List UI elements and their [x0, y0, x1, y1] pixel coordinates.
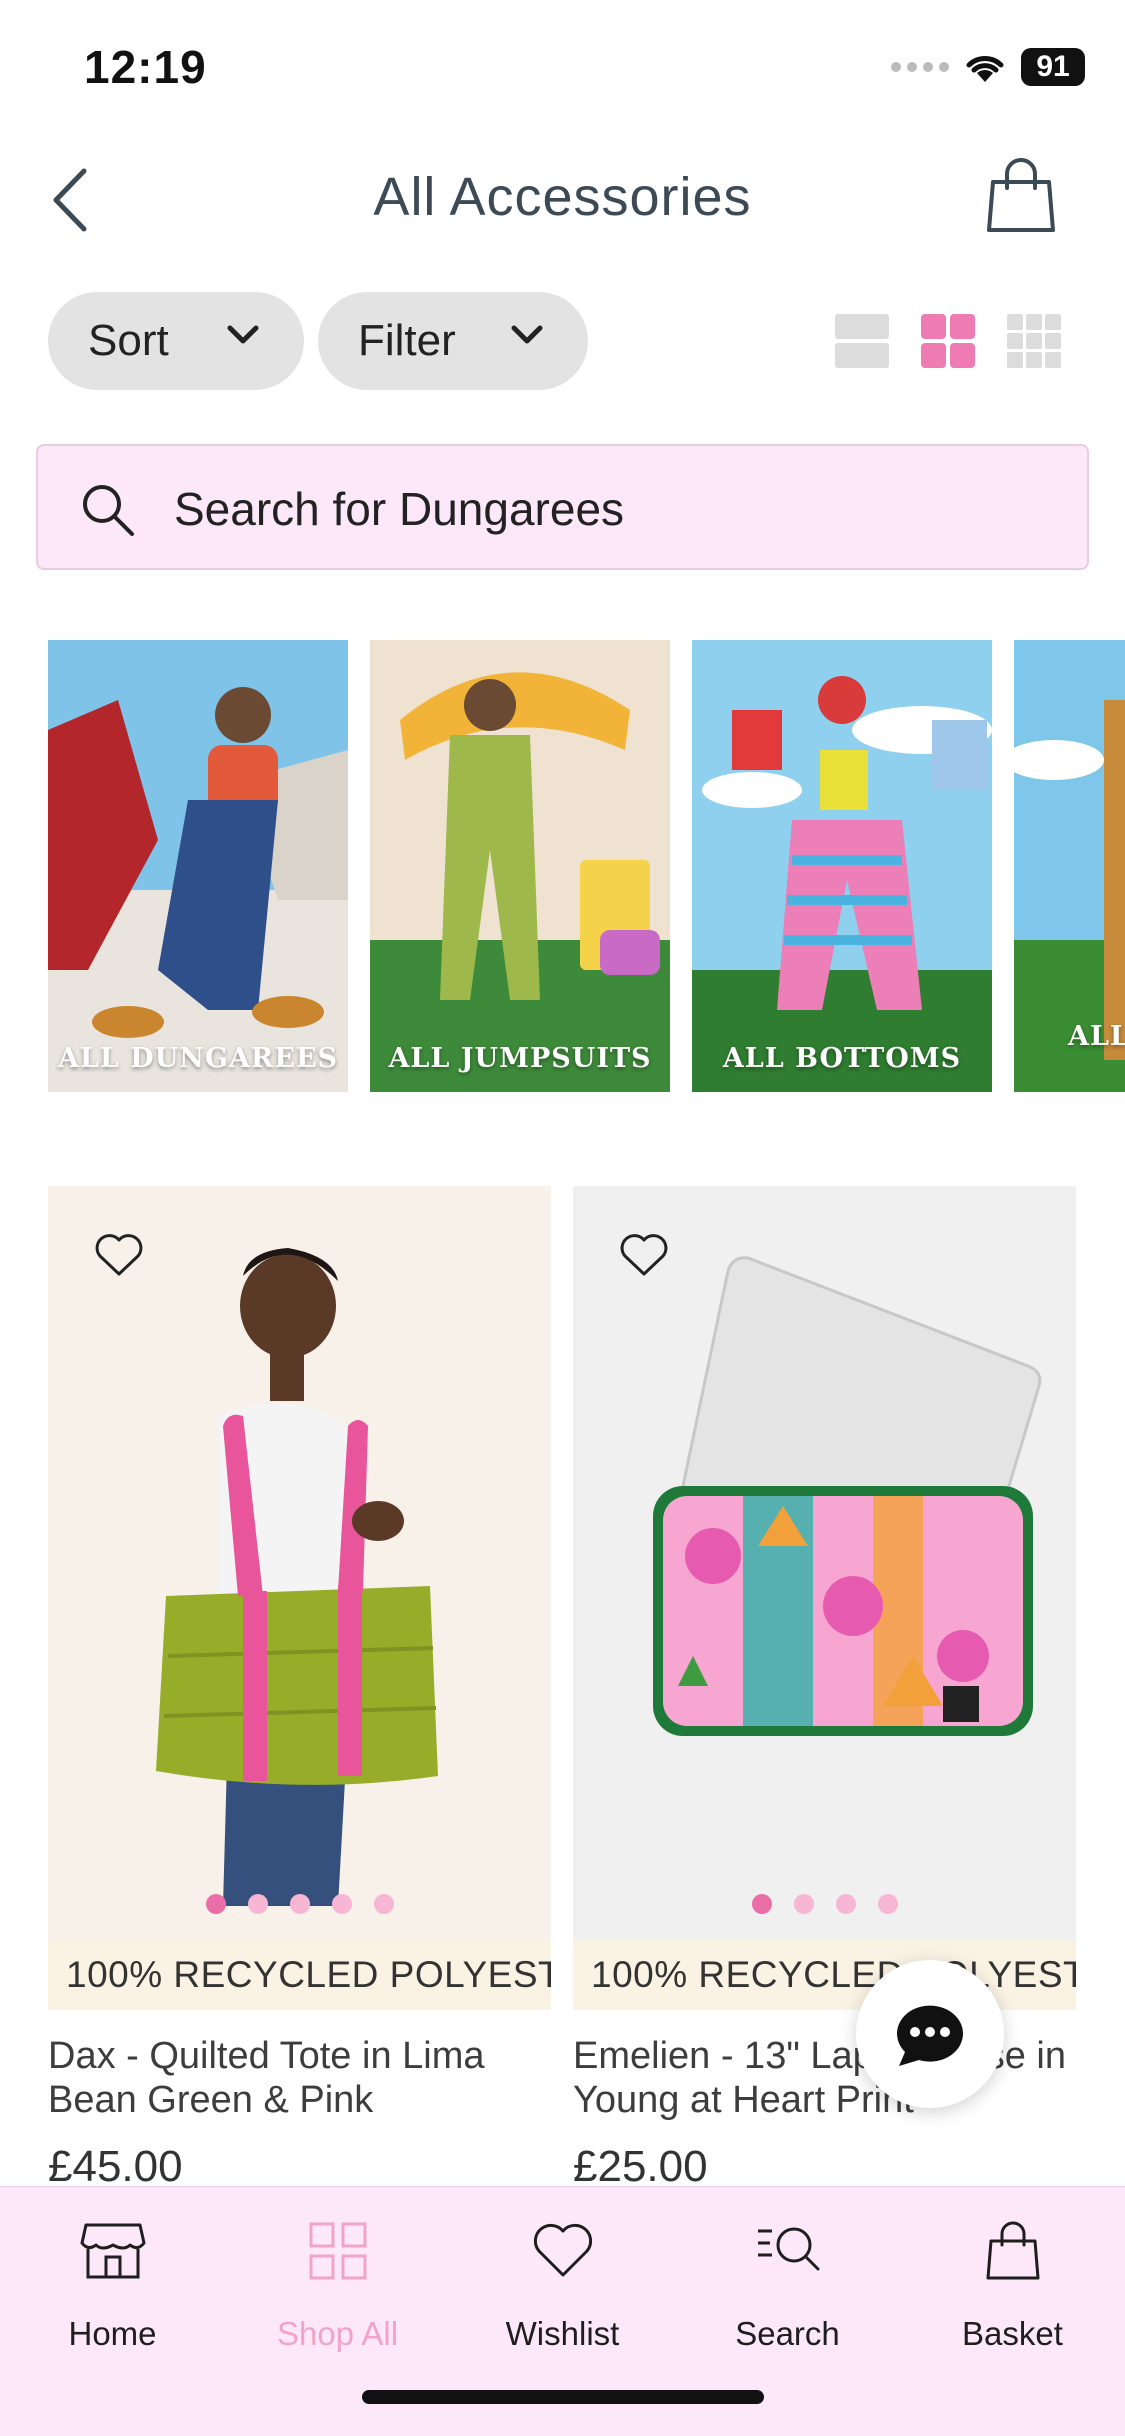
- nav-item-search[interactable]: Search: [675, 2211, 900, 2353]
- chat-bubble-icon: [896, 2005, 963, 2066]
- category-label: ALL BOTTOMS: [722, 1043, 962, 1074]
- page-title: All Accessories: [373, 167, 752, 227]
- category-label: ALL DUNGAREES: [57, 1043, 339, 1074]
- sort-button[interactable]: Sort: [48, 292, 304, 390]
- category-tile-jumpsuits[interactable]: ALL JUMPSUITS: [370, 640, 670, 1092]
- category-image: [692, 640, 992, 1092]
- category-label: ALL: [1068, 1021, 1125, 1052]
- search-bar[interactable]: [36, 444, 1089, 570]
- status-icons: 91: [891, 48, 1085, 86]
- wishlist-heart-icon[interactable]: [94, 1232, 144, 1278]
- status-bar: 12:19 91: [0, 0, 1125, 140]
- bag-icon: [987, 158, 1055, 232]
- product-name[interactable]: Dax - Quilted Tote in Lima Bean Green & …: [48, 2034, 551, 2122]
- grid-3-view-icon[interactable]: [1007, 314, 1061, 368]
- category-image: [370, 640, 670, 1092]
- nav-label: Home: [68, 2315, 157, 2352]
- heart-icon: [533, 2223, 592, 2277]
- wishlist-heart-icon[interactable]: [619, 1232, 669, 1278]
- image-pagination: [573, 1894, 1076, 1914]
- nav-label: Search: [735, 2315, 840, 2352]
- chevron-down-icon: [227, 325, 259, 344]
- image-pagination: [48, 1894, 551, 1914]
- product-price: £45.00: [48, 2142, 183, 2191]
- chat-button[interactable]: [856, 1960, 1004, 2108]
- product-image[interactable]: [48, 1186, 551, 1940]
- search-icon: [83, 485, 134, 536]
- search-input[interactable]: [174, 466, 1054, 552]
- product-photo-tote: [48, 1186, 551, 1940]
- view-toggle: [835, 314, 1061, 368]
- material-badge: 100% RECYCLED POLYESTER: [573, 1940, 1076, 2010]
- nav-item-shop-all[interactable]: Shop All: [225, 2211, 450, 2353]
- category-tile-bottoms[interactable]: ALL BOTTOMS: [692, 640, 992, 1092]
- storefront-icon: [80, 2223, 145, 2279]
- signal-icon: [891, 62, 949, 72]
- grid-2-view-icon[interactable]: [921, 314, 975, 368]
- product-image[interactable]: [573, 1186, 1076, 1940]
- search-list-icon: [757, 2227, 819, 2271]
- sort-label: Sort: [88, 316, 169, 365]
- material-badge: 100% RECYCLED POLYESTER: [48, 1940, 551, 2010]
- filter-button[interactable]: Filter: [318, 292, 588, 390]
- nav-item-basket[interactable]: Basket: [900, 2211, 1125, 2353]
- category-tile-dungarees[interactable]: ALL DUNGAREES: [48, 640, 348, 1092]
- basket-button[interactable]: [985, 158, 1065, 238]
- home-indicator[interactable]: [362, 2390, 764, 2404]
- wifi-icon: [966, 56, 1004, 82]
- nav-label: Wishlist: [505, 2315, 620, 2352]
- category-label: ALL JUMPSUITS: [388, 1043, 652, 1074]
- battery-indicator: 91: [1021, 48, 1085, 86]
- nav-label: Shop All: [276, 2315, 399, 2352]
- product-price: £25.00: [573, 2142, 708, 2191]
- nav-item-wishlist[interactable]: Wishlist: [450, 2211, 675, 2353]
- chevron-down-icon: [511, 325, 543, 344]
- product-photo-laptop-case: [573, 1186, 1076, 1940]
- status-time: 12:19: [84, 41, 207, 93]
- grid-icon: [309, 2222, 366, 2280]
- product-card[interactable]: 100% RECYCLED POLYESTER Dax - Quilted To…: [48, 1186, 551, 2192]
- filter-label: Filter: [358, 316, 456, 365]
- header: All Accessories: [0, 140, 1125, 260]
- list-view-icon[interactable]: [835, 314, 889, 368]
- bag-icon: [986, 2221, 1039, 2280]
- nav-item-home[interactable]: Home: [0, 2211, 225, 2353]
- toolbar: Sort Filter: [0, 292, 1125, 392]
- nav-label: Basket: [962, 2315, 1063, 2352]
- category-image: [48, 640, 348, 1092]
- category-carousel[interactable]: ALL DUNGAREES ALL JUMPSUITS ALL BOTTOMS: [48, 640, 1125, 1092]
- category-tile-more[interactable]: ALL: [1014, 640, 1125, 1092]
